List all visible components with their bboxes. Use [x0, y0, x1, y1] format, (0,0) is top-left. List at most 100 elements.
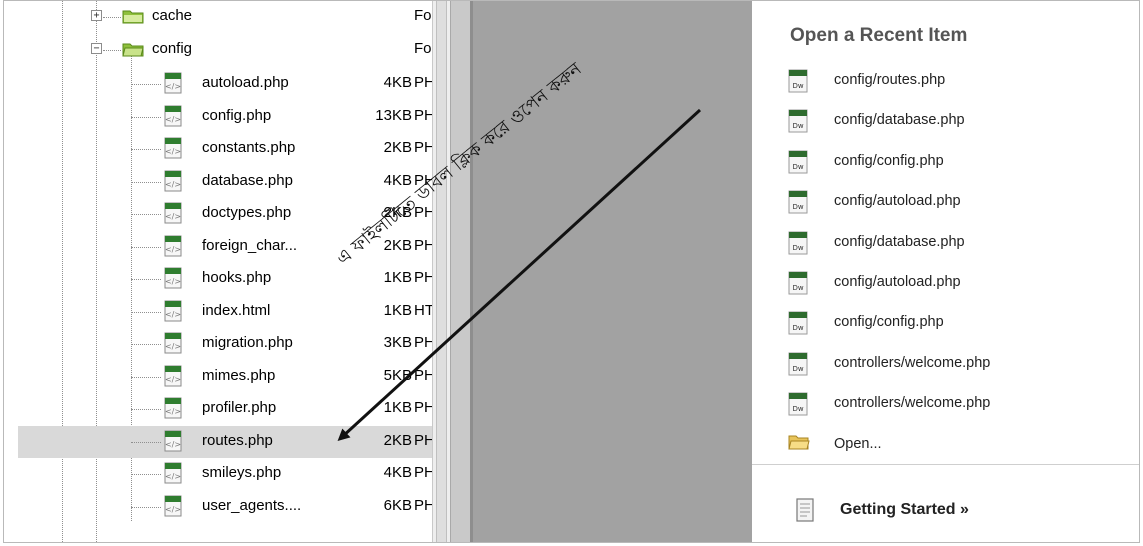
tree-connector [131, 409, 161, 410]
folder-open-icon [788, 433, 810, 457]
tree-connector [131, 181, 161, 183]
recent-item[interactable]: Dw config/autoload.php [788, 269, 1128, 297]
getting-started-link[interactable]: Getting Started » [840, 501, 969, 519]
svg-text:</>: </> [165, 180, 181, 189]
file-name: foreign_char... [202, 236, 298, 254]
file-name: database.php [202, 171, 293, 189]
file-size: 1KB [383, 301, 412, 319]
file-size: 4KB [383, 171, 412, 189]
file-name: constants.php [202, 139, 296, 156]
dw-file-icon: Dw [788, 150, 808, 174]
tree-file-row[interactable]: </> profiler.php 1KB PHF [18, 393, 440, 425]
recent-item[interactable]: Dw config/database.php [788, 229, 1128, 257]
expand-toggle[interactable]: + [91, 10, 102, 21]
divider [752, 464, 1139, 465]
file-size: 13KB [375, 106, 412, 124]
folder-icon [122, 8, 144, 24]
tree-file-row[interactable]: </> user_agents.... 6KB PHF [18, 491, 440, 523]
recent-item-label[interactable]: config/config.php [834, 153, 944, 169]
svg-text:Dw: Dw [792, 122, 803, 130]
svg-text:Dw: Dw [792, 163, 803, 171]
php-file-icon: </> [164, 430, 182, 452]
tree-connector [131, 506, 161, 508]
tree-file-row[interactable]: </> smileys.php 4KB PHF [18, 458, 440, 490]
svg-text:</>: </> [165, 440, 181, 449]
recent-item[interactable]: Dw config/autoload.php [788, 188, 1128, 216]
tree-connector [131, 344, 161, 345]
recent-item[interactable]: Dw config/routes.php [788, 67, 1128, 95]
document-icon [796, 498, 814, 522]
file-size: 2KB [383, 431, 412, 449]
svg-text:Dw: Dw [792, 324, 803, 332]
tree-file-row[interactable]: </> database.php 4KB PHF [18, 166, 440, 198]
recent-item-label[interactable]: controllers/welcome.php [834, 355, 990, 371]
svg-text:</>: </> [165, 212, 181, 221]
file-name: routes.php [202, 431, 273, 449]
recent-item-label[interactable]: Open... [834, 436, 882, 452]
file-name: smileys.php [202, 464, 282, 481]
tree-file-row[interactable]: </> mimes.php 5KB PHF [18, 361, 440, 393]
dw-file-icon: Dw [788, 392, 808, 416]
dw-file-icon: Dw [788, 352, 808, 376]
tree-scrollbar[interactable] [432, 1, 450, 542]
file-size: 1KB [383, 269, 412, 286]
file-size: 4KB [383, 74, 412, 91]
svg-text:Dw: Dw [792, 284, 803, 292]
file-name: doctypes.php [202, 204, 292, 221]
folder-name: config [152, 39, 193, 57]
tree-connector [131, 376, 161, 378]
welcome-panel: Open a Recent Item Dw config/routes.php … [752, 1, 1139, 542]
recent-item-label[interactable]: config/autoload.php [834, 274, 961, 290]
tree-scrollbar-thumb[interactable] [436, 1, 447, 542]
tree-file-row[interactable]: </> constants.php 2KB PHF [18, 133, 440, 165]
file-name: migration.php [202, 334, 293, 351]
php-file-icon: </> [164, 235, 182, 257]
tree-folder-cache[interactable]: + cache Fol [18, 1, 440, 33]
tree-folder-config[interactable]: − config Fol [18, 34, 440, 66]
recent-item[interactable]: Open... [788, 431, 1128, 459]
recent-item-label[interactable]: controllers/welcome.php [834, 395, 990, 411]
recent-item-label[interactable]: config/autoload.php [834, 193, 961, 209]
php-file-icon: </> [164, 170, 182, 192]
php-file-icon: </> [164, 202, 182, 224]
svg-text:</>: </> [165, 82, 181, 91]
file-tree: + cache Fol − config Fol </> autoload.ph… [4, 1, 440, 542]
php-file-icon: </> [164, 365, 182, 387]
recent-item[interactable]: Dw config/config.php [788, 309, 1128, 337]
svg-text:</>: </> [165, 472, 181, 481]
tree-file-row[interactable]: </> index.html 1KB HTI [18, 296, 440, 328]
recent-item[interactable]: Dw config/config.php [788, 148, 1128, 176]
tree-connector [131, 246, 161, 248]
svg-text:</>: </> [165, 375, 181, 384]
file-name: config.php [202, 106, 272, 124]
recent-item[interactable]: Dw controllers/welcome.php [788, 350, 1128, 378]
file-name: user_agents.... [202, 496, 302, 514]
tree-file-row[interactable]: </> hooks.php 1KB PHF [18, 263, 440, 295]
tree-file-row[interactable]: </> autoload.php 4KB PHF [18, 68, 440, 100]
svg-text:Dw: Dw [792, 365, 803, 373]
dw-file-icon: Dw [788, 231, 808, 255]
recent-item-label[interactable]: config/routes.php [834, 72, 945, 88]
php-file-icon: </> [164, 105, 182, 127]
svg-text:</>: </> [165, 407, 181, 416]
svg-text:Dw: Dw [792, 82, 803, 90]
svg-text:Dw: Dw [792, 405, 803, 413]
tree-connector [131, 279, 161, 280]
recent-item[interactable]: Dw controllers/welcome.php [788, 390, 1128, 418]
recent-item-label[interactable]: config/database.php [834, 234, 965, 250]
svg-text:</>: </> [165, 147, 181, 156]
svg-text:</>: </> [165, 310, 181, 319]
recent-item-label[interactable]: config/database.php [834, 112, 965, 128]
pane-splitter[interactable] [450, 1, 470, 542]
tree-connector [131, 311, 161, 313]
php-file-icon: </> [164, 300, 182, 322]
file-size: 5KB [383, 366, 412, 384]
tree-file-row[interactable]: </> routes.php 2KB PHF [18, 425, 440, 458]
tree-file-row[interactable]: </> config.php 13KB PHF [18, 101, 440, 133]
recent-item-label[interactable]: config/config.php [834, 314, 944, 330]
collapse-toggle[interactable]: − [91, 42, 102, 54]
tree-file-row[interactable]: </> migration.php 3KB PHF [18, 328, 440, 360]
file-name: mimes.php [202, 366, 276, 384]
recent-item[interactable]: Dw config/database.php [788, 107, 1128, 135]
tree-connector [131, 84, 161, 85]
